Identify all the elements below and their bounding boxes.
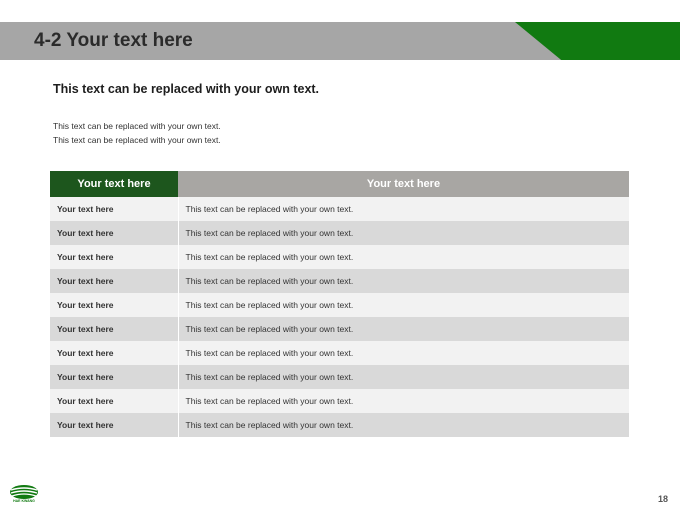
row-label: Your text here (50, 389, 178, 413)
paragraph-line: This text can be replaced with your own … (53, 135, 221, 145)
table-row: Your text here This text can be replaced… (50, 413, 629, 437)
intro-paragraph: This text can be replaced with your own … (53, 119, 221, 147)
row-label: Your text here (50, 317, 178, 341)
row-value: This text can be replaced with your own … (177, 245, 629, 269)
row-value: This text can be replaced with your own … (177, 269, 629, 293)
column-header: Your text here (50, 171, 178, 197)
row-value: This text can be replaced with your own … (177, 197, 629, 221)
table-row: Your text here This text can be replaced… (50, 269, 629, 293)
page-title: 4-2 Your text here (34, 30, 193, 51)
row-value: This text can be replaced with your own … (177, 413, 629, 437)
title-bar: 4-2 Your text here (0, 22, 680, 60)
row-value: This text can be replaced with your own … (177, 317, 629, 341)
row-label: Your text here (50, 365, 178, 389)
row-label: Your text here (50, 341, 178, 365)
page-number: 18 (657, 494, 668, 504)
row-value: This text can be replaced with your own … (177, 293, 629, 317)
row-label: Your text here (50, 269, 178, 293)
row-value: This text can be replaced with your own … (177, 389, 629, 413)
column-header: Your text here (178, 171, 629, 197)
row-label: Your text here (50, 221, 178, 245)
table-row: Your text here This text can be replaced… (50, 245, 629, 269)
table-row: Your text here This text can be replaced… (50, 317, 629, 341)
data-table: Your text here Your text here Your text … (50, 171, 629, 437)
table-row: Your text here This text can be replaced… (50, 197, 629, 221)
row-value: This text can be replaced with your own … (177, 221, 629, 245)
row-label: Your text here (50, 293, 178, 317)
table-row: Your text here This text can be replaced… (50, 293, 629, 317)
table-row: Your text here This text can be replaced… (50, 221, 629, 245)
row-value: This text can be replaced with your own … (177, 365, 629, 389)
title-accent (515, 22, 680, 60)
table-row: Your text here This text can be replaced… (50, 365, 629, 389)
section-subtitle: This text can be replaced with your own … (53, 82, 320, 96)
table-row: Your text here This text can be replaced… (50, 341, 629, 365)
table-header-row: Your text here Your text here (50, 171, 629, 197)
row-label: Your text here (50, 197, 178, 221)
logo-text: HAE KWANG (13, 499, 35, 503)
row-label: Your text here (50, 413, 178, 437)
row-value: This text can be replaced with your own … (177, 341, 629, 365)
paragraph-line: This text can be replaced with your own … (53, 121, 221, 131)
row-label: Your text here (50, 245, 178, 269)
table-row: Your text here This text can be replaced… (50, 389, 629, 413)
